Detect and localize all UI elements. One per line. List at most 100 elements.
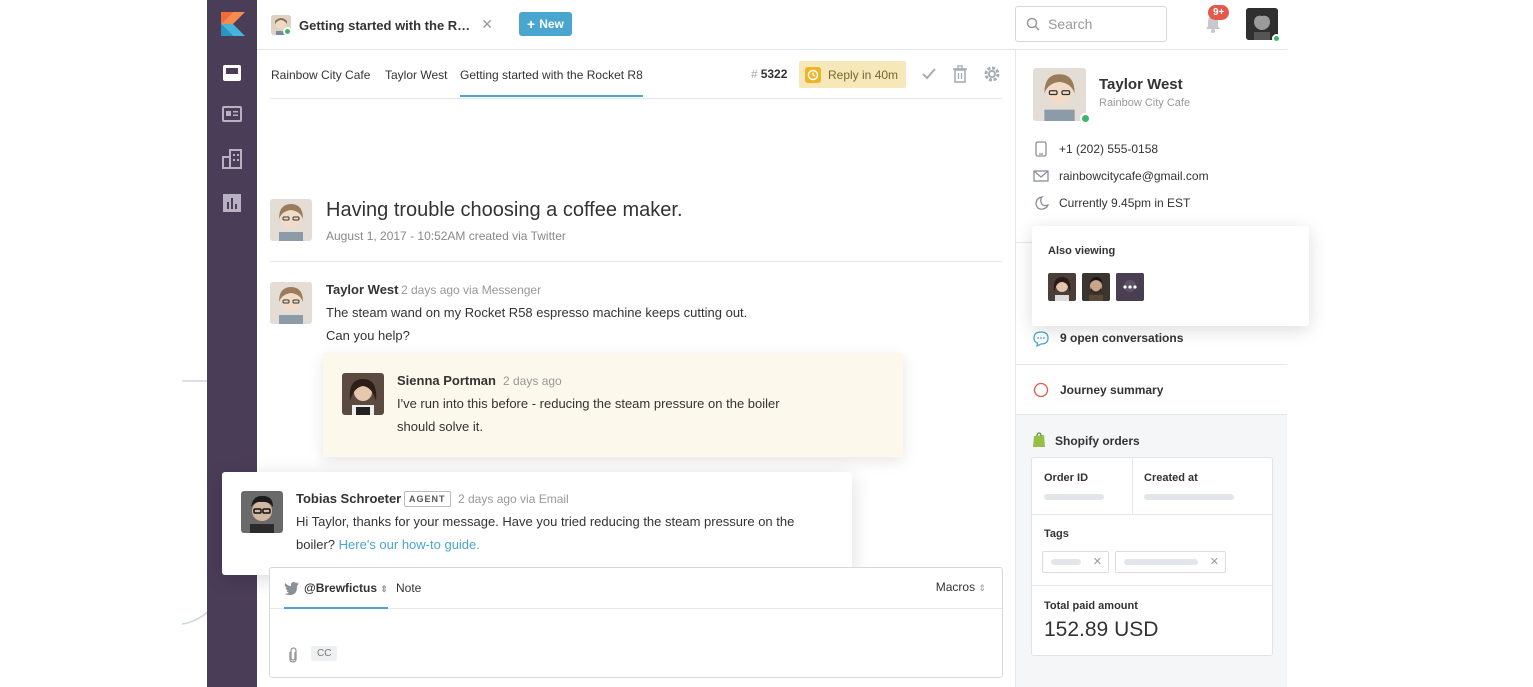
message-line: Hi Taylor, thanks for your message. Have… [296,514,795,529]
moon-icon [1033,195,1049,211]
company-building-icon[interactable] [221,148,243,170]
close-tab-icon[interactable]: ✕ [481,16,493,33]
shopify-bag-icon [1033,432,1045,447]
cc-button[interactable]: CC [311,646,338,661]
ticket-hash: # [751,67,758,81]
online-status-dot [283,27,292,36]
tag-placeholder [1051,559,1081,565]
attachment-paperclip-icon[interactable] [286,647,300,663]
journey-summary-label: Journey summary [1060,383,1164,397]
customer-name[interactable]: Taylor West [1099,76,1183,93]
message-avatar-taylor [270,282,312,324]
tag-chip[interactable]: ✕ [1115,551,1226,573]
message-line: The steam wand on my Rocket R58 espresso… [326,305,748,320]
search-input[interactable] [1048,16,1158,32]
plus-icon: + [527,16,536,32]
message-author: Taylor West [326,282,399,297]
composer-tabs: @Brewfictus ⇕ Note Macros ⇕ [270,568,1002,609]
message-time: 2 days ago via Messenger [401,283,542,297]
kustomer-logo-icon[interactable] [221,12,245,36]
message-line: boiler? [296,537,336,552]
created-at-label: Created at [1144,472,1198,484]
breadcrumb-bar: Rainbow City Cafe Taylor West Getting st… [270,50,1002,99]
customer-online-dot [1080,113,1091,124]
phone-icon [1033,141,1049,157]
tab-note[interactable]: Note [396,581,421,595]
message-body: The steam wand on my Rocket R58 espresso… [326,301,747,347]
gear-icon[interactable] [983,65,1001,83]
tab-twitter-channel[interactable]: @Brewfictus ⇕ [284,581,388,609]
my-online-status-dot [1272,34,1281,43]
customer-profile-avatar[interactable] [1033,68,1086,121]
clock-icon [805,66,821,83]
breadcrumb-conversation[interactable]: Getting started with the Rocket R8 [460,68,643,97]
inbox-icon[interactable] [221,62,243,84]
reply-sla-text: Reply in 40m [828,67,899,82]
customer-local-time: Currently 9.45pm in EST [1059,196,1191,210]
macros-dropdown[interactable]: Macros ⇕ [936,580,986,594]
tab-ticket[interactable]: Getting started with the Rocket R8 ✕ [271,0,493,50]
tab-title: Getting started with the Rocket R8 [299,17,471,33]
message-card-sienna: Sienna Portman 2 days ago I've run into … [323,353,903,457]
journey-summary-section[interactable]: Journey summary [1016,364,1287,414]
message-line: I've run into this before - reducing the… [397,396,780,411]
ticket-number: #5322 [751,67,787,81]
customer-time-row: Currently 9.45pm in EST [1033,195,1190,211]
journey-circle-icon [1033,382,1049,398]
agent-badge: AGENT [404,491,451,507]
shopify-orders-label: Shopify orders [1055,434,1140,448]
notification-count-badge: 9+ [1208,5,1230,20]
message-author: Tobias Schroeter [296,491,402,506]
reply-composer: @Brewfictus ⇕ Note Macros ⇕ CC [269,567,1003,678]
top-bar: Getting started with the Rocket R8 ✕ + N… [257,0,1287,50]
divider [270,261,1002,262]
viewer-avatar-more[interactable] [1116,273,1144,301]
search-box[interactable] [1015,6,1167,42]
message-author: Sienna Portman [397,373,496,388]
message-card-tobias: Tobias Schroeter AGENT 2 days ago via Em… [222,472,852,575]
message-body: Hi Taylor, thanks for your message. Have… [296,510,836,556]
new-button-label: New [539,17,564,31]
chevron-updown-icon: ⇕ [380,584,388,594]
viewer-avatar[interactable] [1048,273,1076,301]
total-paid-label: Total paid amount [1044,600,1138,612]
message-body: I've run into this before - reducing the… [397,392,780,438]
message-avatar-sienna [342,373,384,415]
conversation-meta: August 1, 2017 - 10:52AM created via Twi… [326,229,566,243]
message-line: should solve it. [397,419,483,434]
customer-email-row: rainbowcitycafe@gmail.com [1033,168,1209,184]
reply-sla-pill[interactable]: Reply in 40m [799,61,906,88]
checkmark-done-icon[interactable] [920,65,938,83]
created-at-placeholder [1144,494,1234,500]
macros-label: Macros [935,580,976,594]
remove-tag-icon[interactable]: ✕ [1210,555,1219,568]
conversation-subject: Having trouble choosing a coffee maker. [326,199,683,221]
message-time: 2 days ago [503,374,562,388]
remove-tag-icon[interactable]: ✕ [1093,555,1102,568]
customer-email[interactable]: rainbowcitycafe@gmail.com [1059,169,1209,183]
ticket-number-value: 5322 [760,67,788,81]
breadcrumb-customer[interactable]: Taylor West [385,68,447,82]
app-stage: Getting started with the Rocket R8 ✕ + N… [0,0,1533,687]
customer-company[interactable]: Rainbow City Cafe [1099,97,1190,109]
app-sidebar [207,0,257,687]
customer-panel: Taylor West Rainbow City Cafe +1 (202) 5… [1015,50,1287,687]
channel-handle: @Brewfictus [304,581,378,595]
customer-phone[interactable]: +1 (202) 555-0158 [1059,142,1158,156]
viewer-avatar[interactable] [1082,273,1110,301]
new-button[interactable]: + New [519,12,572,36]
reports-chart-icon[interactable] [221,192,243,214]
customer-avatar [270,199,312,241]
breadcrumb-company[interactable]: Rainbow City Cafe [271,68,370,82]
contact-card-icon[interactable] [221,103,243,125]
total-paid-amount: 152.89 USD [1044,618,1159,641]
how-to-guide-link[interactable]: Here's our how-to guide. [339,537,480,552]
open-conversations-label: 9 open conversations [1060,331,1184,345]
tag-placeholder [1124,559,1198,565]
shopify-order-card: Order ID Created at Tags ✕ ✕ Total paid … [1031,457,1273,656]
customer-phone-row: +1 (202) 555-0158 [1033,141,1158,157]
trash-icon[interactable] [951,65,969,83]
search-icon [1026,17,1040,31]
also-viewing-popover: Also viewing [1032,226,1309,326]
tag-chip[interactable]: ✕ [1042,551,1109,573]
